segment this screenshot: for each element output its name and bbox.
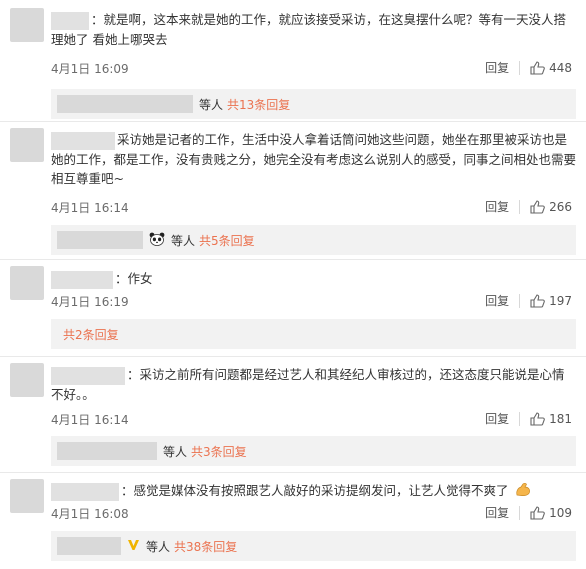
v-badge-icon [127,539,140,554]
like-count: 448 [549,60,572,75]
username-blurred[interactable] [51,270,113,289]
avatar[interactable] [10,128,44,162]
avatar[interactable] [10,8,44,42]
like-button[interactable]: 266 [530,200,572,214]
thumbs-up-icon [530,60,545,75]
flexed-arm-emoji-icon [515,482,531,502]
replier-name-blurred[interactable] [57,95,193,113]
like-button[interactable]: 181 [530,412,572,426]
divider [519,293,521,308]
view-replies-link[interactable]: 共13条回复 [227,96,290,113]
divider [519,199,521,214]
sub-replies-bar: 等人 共3条回复 [51,436,576,466]
comment-text: ：就是啊，这本来就是她的工作，就应该接受采访，在这臭摆什么呢？等有一天没人搭理她… [51,11,567,47]
divider [0,356,586,357]
sub-replies-bar: 等人 共5条回复 [51,225,576,255]
divider [519,505,521,520]
avatar[interactable] [10,363,44,397]
comment-time: 4月1日 16:14 [51,201,129,215]
like-count: 109 [549,505,572,520]
comment-text: ：采访之前所有问题都是经过艺人和其经纪人审核过的，还这态度只能说是心情不好。。 [51,366,565,402]
thumbs-up-icon [530,293,545,308]
sub-replies-bar: 等人 共13条回复 [51,89,576,119]
like-count: 197 [549,293,572,308]
username-blurred[interactable] [51,11,89,30]
reply-button[interactable]: 回复 [485,504,509,521]
reply-button[interactable]: 回复 [485,410,509,427]
comment-time: 4月1日 16:19 [51,295,129,309]
reply-button[interactable]: 回复 [485,292,509,309]
comment-time: 4月1日 16:14 [51,413,129,427]
view-replies-link[interactable]: 共2条回复 [63,326,119,343]
divider [0,472,586,473]
like-button[interactable]: 109 [530,506,572,520]
comment-text: ：感觉是媒体没有按照跟艺人敲好的采访提纲发问，让艺人觉得不爽了 [51,481,576,502]
comment-text: 采访她是记者的工作，生活中没人拿着话筒问她这些问题，她坐在那里被采访也是她的工作… [51,131,577,186]
avatar[interactable] [10,479,44,513]
sub-replies-suffix: 等人 [199,97,224,112]
sub-replies-suffix: 等人 [171,233,196,248]
reply-button[interactable]: 回复 [485,59,509,76]
like-button[interactable]: 448 [530,61,572,75]
comment-time: 4月1日 16:09 [51,62,129,76]
thumbs-up-icon [530,199,545,214]
divider [0,121,586,122]
replier-name-blurred[interactable] [57,537,121,555]
thumbs-up-icon [530,505,545,520]
view-replies-link[interactable]: 共5条回复 [199,232,255,249]
sub-replies-bar: 共2条回复 [51,319,576,349]
divider [519,60,521,75]
thumbs-up-icon [530,411,545,426]
divider [519,411,521,426]
divider [0,259,586,260]
username-blurred[interactable] [51,366,125,385]
username-blurred[interactable] [51,482,119,501]
replier-name-blurred[interactable] [57,231,143,249]
reply-button[interactable]: 回复 [485,198,509,215]
sub-replies-bar: 等人 共38条回复 [51,531,576,561]
like-count: 181 [549,411,572,426]
like-count: 266 [549,199,572,214]
avatar[interactable] [10,266,44,300]
comment-time: 4月1日 16:08 [51,507,129,521]
sub-replies-suffix: 等人 [163,444,188,459]
replier-name-blurred[interactable] [57,442,157,460]
sub-replies-suffix: 等人 [146,539,171,554]
panda-emoji-icon [149,232,165,249]
view-replies-link[interactable]: 共38条回复 [174,538,237,555]
view-replies-link[interactable]: 共3条回复 [191,443,247,460]
username-blurred[interactable] [51,131,115,150]
like-button[interactable]: 197 [530,294,572,308]
comment-text: ：作女 [51,269,576,289]
